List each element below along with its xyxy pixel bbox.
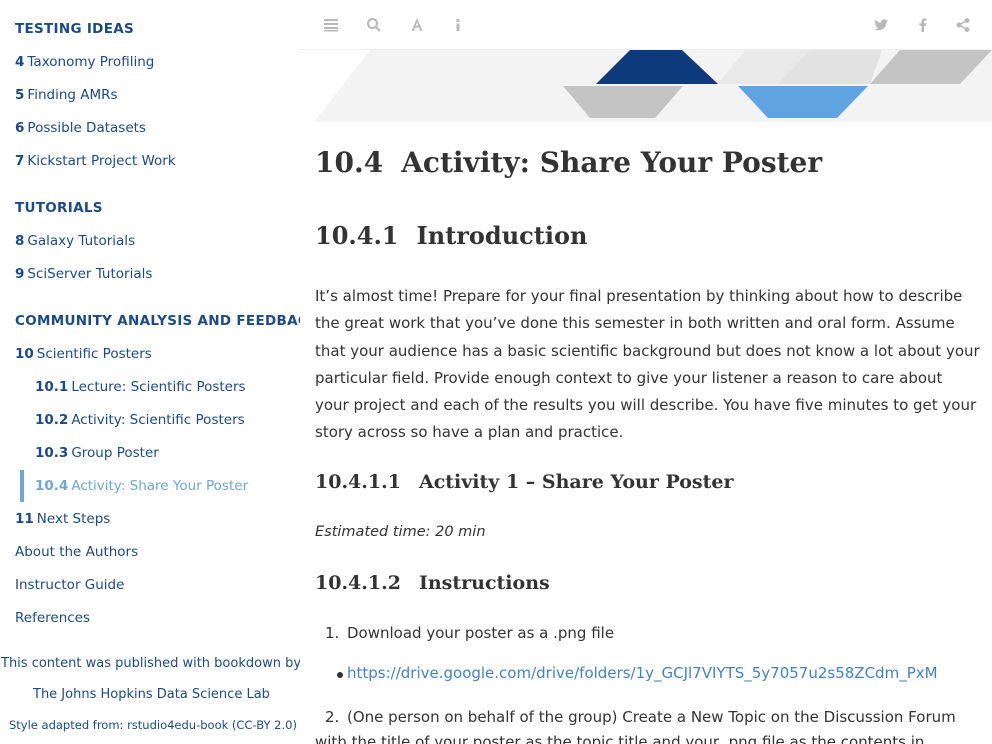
search-icon[interactable] (366, 17, 382, 33)
section-heading-tutorials: TUTORIALS (15, 200, 103, 216)
sidebar-item-label: Scientific Posters (36, 346, 152, 362)
section-heading-testing-ideas: TESTING IDEAS (15, 21, 134, 37)
subsection-number: 10.4.1.1 (315, 471, 401, 493)
chapter-number: 10 (15, 346, 34, 362)
sidebar-item-label: Activity: Scientific Posters (71, 412, 245, 428)
sidebar-item-label: Galaxy Tutorials (27, 233, 136, 249)
sidebar-item-group-poster[interactable]: 10.3 Group Poster (35, 445, 159, 461)
sidebar-item-kickstart-project-work[interactable]: 7 Kickstart Project Work (15, 153, 176, 169)
section-number: 10.1 (35, 379, 69, 395)
sidebar-nav: TESTING IDEAS 4 Taxonomy Profiling 5 Findi… (0, 0, 300, 744)
sidebar-item-finding-amrs[interactable]: 5 Finding AMRs (15, 87, 118, 103)
chapter-number: 5 (15, 87, 25, 103)
step-text: (One person on behalf of the group) Crea… (315, 708, 956, 744)
style-credit-link[interactable]: Style adapted from: rstudio4edu-book (CC… (9, 718, 297, 732)
sidebar-item-possible-datasets[interactable]: 6 Possible Datasets (15, 120, 146, 136)
sidebar-item-sciserver-tutorials[interactable]: 9 SciServer Tutorials (15, 266, 152, 282)
banner-graphic (314, 50, 992, 122)
google-drive-link[interactable]: https://drive.google.com/drive/folders/1… (347, 664, 938, 682)
intro-paragraph: It’s almost time! Prepare for your final… (315, 287, 980, 442)
subsection-title: Instructions (418, 572, 550, 594)
chapter-number: 4 (15, 54, 25, 70)
chapter-number: 7 (15, 153, 25, 169)
sidebar-item-label: Taxonomy Profiling (27, 54, 155, 70)
chapter-number: 9 (15, 266, 25, 282)
sidebar-item-galaxy-tutorials[interactable]: 8 Galaxy Tutorials (15, 233, 135, 249)
sidebar-item-label: References (15, 610, 91, 626)
chapter-banner (300, 50, 992, 125)
section-number: 10.2 (35, 412, 69, 428)
chapter-number: 8 (15, 233, 25, 249)
sidebar-item-about-authors[interactable]: About the Authors (15, 544, 138, 560)
page-title: 10.4 Activity: Share Your Poster (315, 146, 822, 179)
active-indicator (20, 470, 24, 502)
top-toolbar (300, 0, 992, 50)
twitter-icon[interactable] (873, 17, 889, 33)
sidebar-item-references[interactable]: References (15, 610, 90, 626)
section-title: Introduction (416, 221, 588, 250)
sidebar-item-label: Group Poster (71, 445, 159, 461)
sidebar-item-label: Activity: Share Your Poster (71, 478, 249, 494)
instruction-step-1: 1. Download your poster as a .png file (315, 624, 614, 642)
section-number: 10.4 (35, 478, 69, 494)
published-with-text: This content was published with bookdown… (1, 656, 300, 671)
menu-icon[interactable] (323, 17, 339, 33)
step-text: Download your poster as a .png file (347, 624, 615, 642)
section-number: 10.3 (35, 445, 69, 461)
sidebar-item-share-your-poster[interactable]: 10.4 Activity: Share Your Poster (35, 478, 248, 494)
share-icon[interactable] (955, 17, 971, 33)
sidebar-item-taxonomy-profiling[interactable]: 4 Taxonomy Profiling (15, 54, 154, 70)
info-icon[interactable] (450, 17, 466, 33)
subsection-heading-activity-1: 10.4.1.1 Activity 1 – Share Your Poster (315, 471, 734, 493)
step-number: 1. (325, 624, 340, 642)
sidebar-item-label: Instructor Guide (15, 577, 125, 593)
sidebar-item-activity-scientific-posters[interactable]: 10.2 Activity: Scientific Posters (35, 412, 245, 428)
page-title-text: Activity: Share Your Poster (401, 146, 823, 179)
sidebar-item-label: Finding AMRs (27, 87, 118, 103)
sidebar-item-label: SciServer Tutorials (27, 266, 153, 282)
instruction-step-2: 2. (One person on behalf of the group) Cr… (315, 705, 980, 744)
chapter-number: 6 (15, 120, 25, 136)
sidebar-item-next-steps[interactable]: 11 Next Steps (15, 511, 110, 527)
estimated-time: Estimated time: 20 min (315, 524, 486, 540)
subsection-number: 10.4.1.2 (315, 572, 401, 594)
sidebar-item-label: Lecture: Scientific Posters (71, 379, 246, 395)
facebook-icon[interactable] (915, 17, 931, 33)
step-number: 2. (325, 708, 340, 726)
sidebar-item-lecture-scientific-posters[interactable]: 10.1 Lecture: Scientific Posters (35, 379, 246, 395)
subsection-title: Activity 1 – Share Your Poster (418, 471, 734, 493)
page-title-number: 10.4 (315, 146, 384, 179)
sidebar-item-label: Next Steps (36, 511, 111, 527)
chapter-number: 11 (15, 511, 34, 527)
sidebar-item-label: About the Authors (15, 544, 139, 560)
sidebar-item-label: Possible Datasets (27, 120, 146, 136)
subsection-heading-instructions: 10.4.1.2 Instructions (315, 572, 550, 594)
section-heading-community-analysis: COMMUNITY ANALYSIS AND FEEDBACK (15, 313, 300, 329)
sidebar-item-scientific-posters[interactable]: 10 Scientific Posters (15, 346, 152, 362)
jhu-dsl-link[interactable]: The Johns Hopkins Data Science Lab (33, 687, 270, 702)
section-heading-introduction: 10.4.1 Introduction (315, 221, 587, 250)
section-number: 10.4.1 (315, 221, 399, 250)
font-icon[interactable] (409, 17, 425, 33)
sidebar-item-label: Kickstart Project Work (27, 153, 176, 169)
sidebar-item-instructor-guide[interactable]: Instructor Guide (15, 577, 124, 593)
bullet-icon (337, 672, 343, 678)
